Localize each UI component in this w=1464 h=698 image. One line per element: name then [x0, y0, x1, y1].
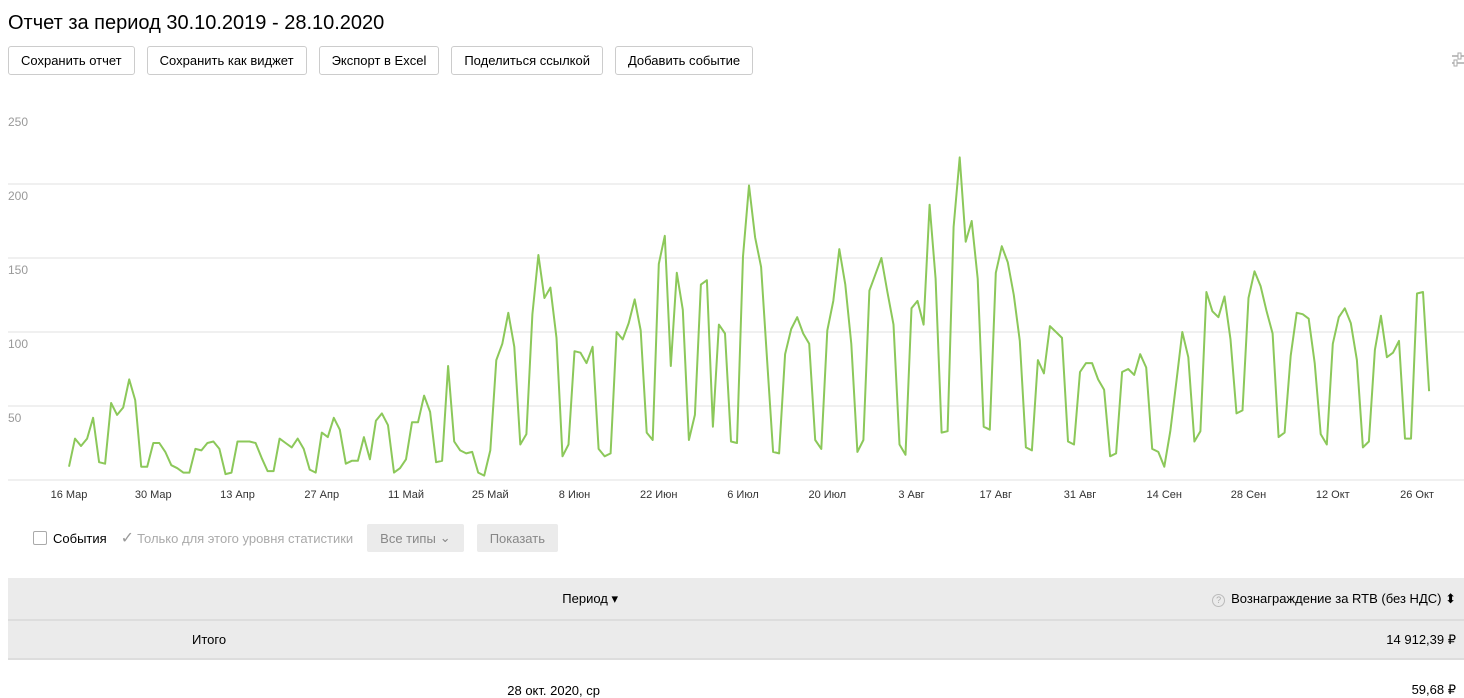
x-tick-label: 13 Апр [220, 489, 255, 501]
events-controls: События ✓Только для этого уровня статист… [33, 524, 558, 552]
period-column-header[interactable]: Период ▾ [8, 578, 736, 620]
x-tick-label: 16 Мар [51, 489, 88, 501]
only-level-checkbox[interactable]: ✓Только для этого уровня статистики [121, 528, 354, 548]
only-level-label: Только для этого уровня статистики [137, 531, 353, 546]
help-icon[interactable]: ? [1212, 594, 1225, 607]
x-tick-label: 3 Авг [898, 489, 924, 501]
x-tick-label: 30 Мар [135, 489, 172, 501]
y-tick-label: 50 [8, 411, 22, 425]
events-label: События [53, 531, 107, 546]
share-link-button[interactable]: Поделиться ссылкой [451, 46, 603, 75]
series-line [69, 157, 1429, 475]
x-tick-label: 8 Июн [559, 489, 590, 501]
chevron-down-icon: ⌄ [440, 530, 451, 546]
x-tick-label: 17 Авг [980, 489, 1012, 501]
all-types-label: Все типы [380, 531, 436, 546]
y-tick-label: 200 [8, 189, 28, 203]
add-event-button[interactable]: Добавить событие [615, 46, 753, 75]
x-tick-label: 6 Июл [727, 489, 759, 501]
x-tick-label: 26 Окт [1400, 489, 1434, 501]
y-tick-label: 100 [8, 337, 28, 351]
toolbar: Сохранить отчет Сохранить как виджет Экс… [8, 46, 753, 75]
page-title: Отчет за период 30.10.2019 - 28.10.2020 [8, 12, 384, 35]
line-chart: 50 100 150 200 250 16 Мар 30 Мар 13 Апр 27 Апр 11… [0, 95, 1464, 505]
x-tick-label: 14 Сен [1147, 489, 1182, 501]
total-value: 14 912,39 ₽ [736, 620, 1464, 659]
save-report-button[interactable]: Сохранить отчет [8, 46, 135, 75]
stats-table: Период ▾ ? Вознаграждение за RTB (без НДС… [8, 578, 1464, 698]
total-row: Итого 14 912,39 ₽ [8, 620, 1464, 659]
reward-column-header[interactable]: ? Вознаграждение за RTB (без НДС) ⬍ [736, 578, 1464, 620]
reward-column-label: Вознаграждение за RTB (без НДС) [1231, 591, 1441, 606]
x-tick-label: 20 Июл [808, 489, 846, 501]
x-tick-label: 27 Апр [304, 489, 339, 501]
x-tick-label: 11 Май [388, 489, 424, 501]
y-tick-label: 150 [8, 263, 28, 277]
checkmark-icon: ✓ [121, 528, 134, 548]
events-checkbox[interactable] [33, 531, 47, 545]
settings-sliders-icon[interactable] [1452, 52, 1464, 68]
x-tick-label: 28 Сен [1231, 489, 1266, 501]
save-widget-button[interactable]: Сохранить как виджет [147, 46, 307, 75]
export-excel-button[interactable]: Экспорт в Excel [319, 46, 440, 75]
total-label: Итого [8, 620, 736, 659]
table-header: Период ▾ ? Вознаграждение за RTB (без НДС… [8, 578, 1464, 620]
x-tick-label: 31 Авг [1064, 489, 1096, 501]
x-tick-label: 22 Июн [640, 489, 678, 501]
y-tick-label: 250 [8, 115, 28, 129]
x-tick-label: 25 Май [472, 489, 509, 501]
x-tick-label: 12 Окт [1316, 489, 1350, 501]
all-types-dropdown[interactable]: Все типы ⌄ [367, 524, 464, 552]
show-button[interactable]: Показать [477, 524, 558, 552]
sort-icon: ⬍ [1445, 591, 1456, 606]
